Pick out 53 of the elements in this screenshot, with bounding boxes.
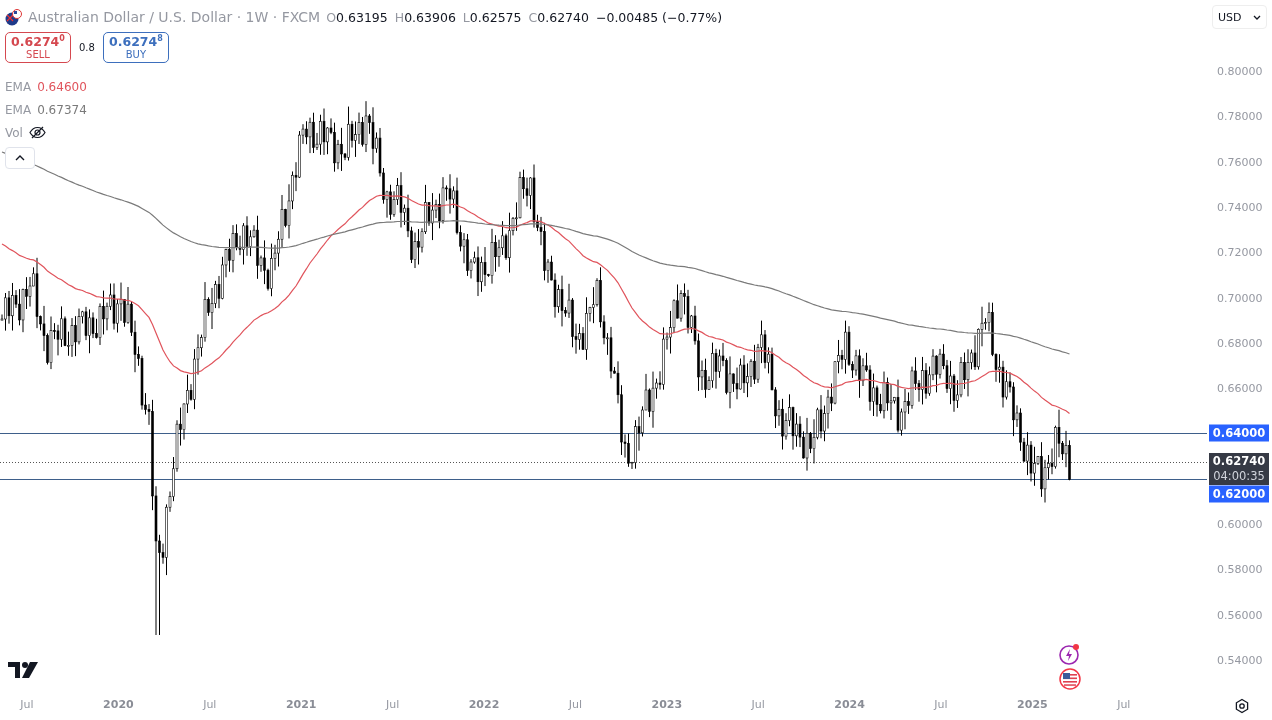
collapse-button[interactable] <box>5 147 35 169</box>
ohlc-value: C0.62740 <box>528 9 589 25</box>
ohlc-value: O0.63195 <box>326 9 388 25</box>
current-price-label: 0.62740 04:00:35 <box>1209 452 1269 485</box>
price-level-line[interactable] <box>0 433 1207 434</box>
price-tick-label: 0.66000 <box>1217 381 1263 395</box>
price-tick-label: 0.76000 <box>1217 155 1263 169</box>
indicator-name[interactable]: EMA <box>5 102 32 117</box>
symbol-title: Australian Dollar / U.S. Dollar · 1W · FXCM <box>28 9 321 25</box>
time-tick-label: Jul <box>751 698 765 711</box>
ohlc-value: H0.63906 <box>394 9 456 25</box>
time-tick-label: Jul <box>934 698 948 711</box>
price-tick-label: 0.54000 <box>1217 653 1263 667</box>
time-tick-label: 2023 <box>651 698 683 711</box>
price-change: −0.00485 (−0.77%) <box>595 9 723 25</box>
price-tick-label: 0.78000 <box>1217 109 1263 123</box>
flag-icon[interactable] <box>1059 668 1081 690</box>
currency-dropdown[interactable]: USD <box>1212 5 1267 29</box>
caret-icon <box>1253 14 1261 20</box>
indicator-value: 0.67374 <box>37 102 87 117</box>
spread-value: 0.8 <box>79 42 95 53</box>
logo-icon <box>8 662 39 678</box>
price-tick-label: 0.74000 <box>1217 200 1263 214</box>
price-tick-label: 0.68000 <box>1217 336 1263 350</box>
lightning-icon[interactable] <box>1058 643 1081 666</box>
time-tick-label: 2021 <box>285 698 317 711</box>
settings-icon[interactable] <box>1234 698 1250 714</box>
ohlc-value: L0.62575 <box>462 9 522 25</box>
caret-icon <box>15 155 25 161</box>
price-tick-label: 0.58000 <box>1217 562 1263 576</box>
sell-button[interactable]: 0.6274$^{0}$ SELL <box>5 32 71 63</box>
price-tick-label: 0.60000 <box>1217 517 1263 531</box>
price-level-label: 0.64000 <box>1209 424 1269 442</box>
price-tick-label: 0.80000 <box>1217 64 1263 78</box>
price-tick-label: 0.70000 <box>1217 291 1263 304</box>
time-tick-label: 2024 <box>834 698 865 711</box>
time-tick-label: Jul <box>203 698 217 711</box>
time-tick-label: Jul <box>568 698 583 711</box>
time-tick-label: 2022 <box>468 698 500 711</box>
currency-pair-icon <box>5 8 22 26</box>
time-tick-label: 2020 <box>103 698 134 711</box>
price-tick-label: 0.72000 <box>1217 245 1263 259</box>
eye-slash-icon[interactable] <box>28 126 46 139</box>
time-tick-label: Jul <box>1117 698 1131 711</box>
time-tick-label: Jul <box>20 698 34 711</box>
indicator-name[interactable]: Vol <box>5 125 23 140</box>
indicator-name[interactable]: EMA <box>5 79 32 94</box>
time-tick-label: Jul <box>385 698 400 711</box>
price-level-label: 0.62000 <box>1209 485 1269 503</box>
time-tick-label: 2025 <box>1017 698 1048 711</box>
indicator-value: 0.64600 <box>37 79 87 94</box>
buy-button[interactable]: 0.6274$^{8}$ BUY <box>102 32 169 63</box>
price-tick-label: 0.56000 <box>1217 608 1263 622</box>
